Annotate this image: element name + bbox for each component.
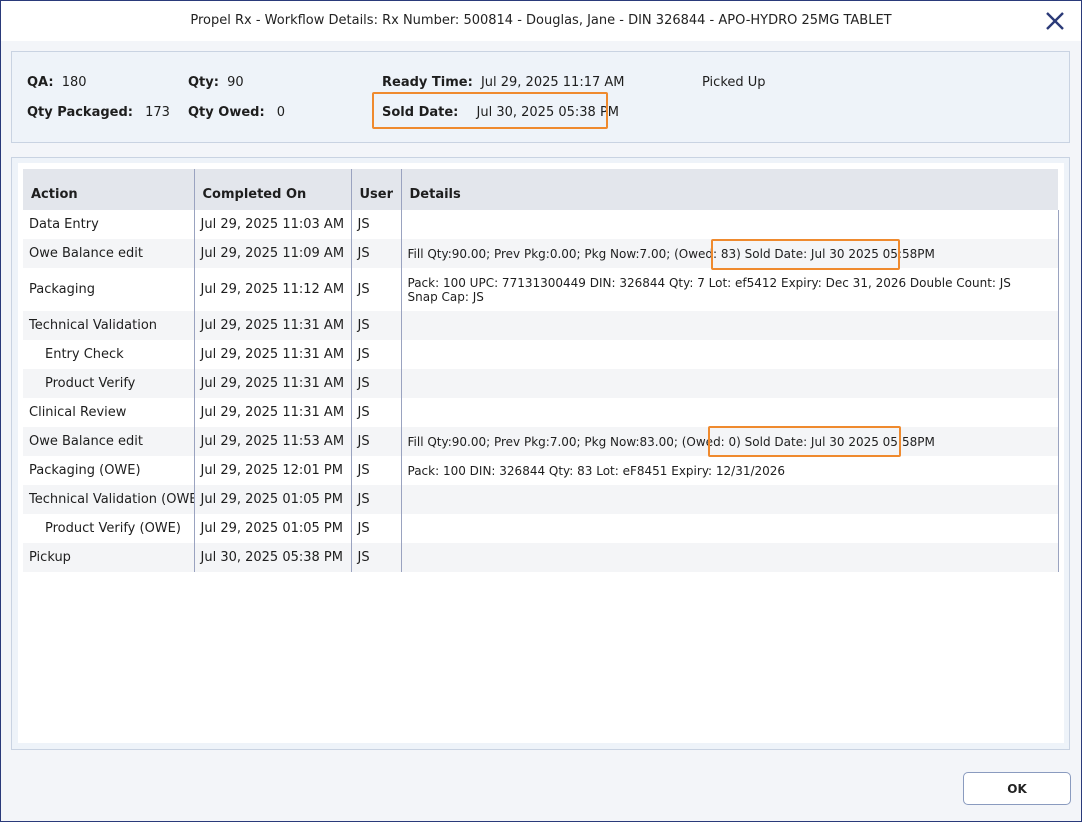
table-row[interactable]: Product Verify (OWE) Jul 29, 2025 01:05 … <box>23 514 1059 543</box>
qty-packaged-field: Qty Packaged: 173 <box>27 105 170 120</box>
table-row[interactable]: Entry Check Jul 29, 2025 11:31 AM JS <box>23 340 1059 369</box>
cell-user: JS <box>351 485 402 514</box>
cell-completed-on: Jul 29, 2025 11:31 AM <box>194 340 352 369</box>
cell-details <box>401 398 1059 427</box>
qty-packaged-value: 173 <box>145 105 170 120</box>
cell-user: JS <box>351 456 402 485</box>
cell-action: Owe Balance edit <box>23 239 195 268</box>
table-row[interactable]: Product Verify Jul 29, 2025 11:31 AM JS <box>23 369 1059 398</box>
cell-action: Technical Validation <box>23 311 195 340</box>
window-title: Propel Rx - Workflow Details: Rx Number:… <box>190 13 892 28</box>
cell-user: JS <box>351 369 402 398</box>
cell-user: JS <box>351 268 402 311</box>
cell-user: JS <box>351 239 402 268</box>
cell-details <box>401 369 1059 398</box>
cell-action: Owe Balance edit <box>23 427 195 456</box>
title-bar: Propel Rx - Workflow Details: Rx Number:… <box>1 1 1081 41</box>
cell-details <box>401 514 1059 543</box>
cell-action: Packaging <box>23 268 195 311</box>
cell-action: Pickup <box>23 543 195 572</box>
cell-details <box>401 543 1059 572</box>
cell-details <box>401 210 1059 239</box>
cell-details <box>401 340 1059 369</box>
table-row[interactable]: Packaging Jul 29, 2025 11:12 AM JS Pack:… <box>23 268 1059 311</box>
cell-action: Clinical Review <box>23 398 195 427</box>
cell-details: Pack: 100 DIN: 326844 Qty: 83 Lot: eF845… <box>401 456 1059 485</box>
table-row[interactable]: Pickup Jul 30, 2025 05:38 PM JS <box>23 543 1059 572</box>
cell-completed-on: Jul 29, 2025 11:31 AM <box>194 398 352 427</box>
table-row[interactable]: Owe Balance edit Jul 29, 2025 11:53 AM J… <box>23 427 1059 456</box>
sold-date-highlight <box>372 92 608 129</box>
cell-action: Data Entry <box>23 210 195 239</box>
ok-button[interactable]: OK <box>963 772 1071 805</box>
qa-value: 180 <box>61 75 87 90</box>
qty-owed-value: 0 <box>276 105 286 120</box>
column-header-action[interactable]: Action <box>23 169 195 210</box>
cell-completed-on: Jul 29, 2025 11:31 AM <box>194 369 352 398</box>
qty-owed-field: Qty Owed: 0 <box>188 105 285 120</box>
table-row[interactable]: Packaging (OWE) Jul 29, 2025 12:01 PM JS… <box>23 456 1059 485</box>
table-row[interactable]: Data Entry Jul 29, 2025 11:03 AM JS <box>23 210 1059 239</box>
qty-value: 90 <box>227 75 244 90</box>
cell-action: Entry Check <box>23 340 195 369</box>
cell-details <box>401 311 1059 340</box>
cell-completed-on: Jul 29, 2025 11:12 AM <box>194 268 352 311</box>
table-header-row: Action Completed On User Details <box>23 169 1058 210</box>
cell-completed-on: Jul 29, 2025 01:05 PM <box>194 485 352 514</box>
qty-owed-label: Qty Owed: <box>188 105 265 120</box>
cell-completed-on: Jul 29, 2025 11:03 AM <box>194 210 352 239</box>
cell-user: JS <box>351 543 402 572</box>
cell-action: Product Verify (OWE) <box>23 514 195 543</box>
cell-completed-on: Jul 29, 2025 11:53 AM <box>194 427 352 456</box>
cell-action: Packaging (OWE) <box>23 456 195 485</box>
cell-user: JS <box>351 210 402 239</box>
qty-label: Qty: <box>188 75 219 90</box>
qa-label: QA: <box>27 75 54 90</box>
table-row[interactable]: Owe Balance edit Jul 29, 2025 11:09 AM J… <box>23 239 1059 268</box>
ready-time-value: Jul 29, 2025 11:17 AM <box>480 75 625 90</box>
cell-details <box>401 485 1059 514</box>
sold-date-highlight-row-8 <box>708 426 901 457</box>
cell-user: JS <box>351 398 402 427</box>
qa-field: QA: 180 <box>27 75 87 90</box>
cell-user: JS <box>351 340 402 369</box>
qty-packaged-label: Qty Packaged: <box>27 105 133 120</box>
sold-date-highlight-row-2 <box>711 239 900 270</box>
table-row[interactable]: Technical Validation Jul 29, 2025 11:31 … <box>23 311 1059 340</box>
table-row[interactable]: Clinical Review Jul 29, 2025 11:31 AM JS <box>23 398 1059 427</box>
cell-action: Technical Validation (OWE) <box>23 485 195 514</box>
column-header-details[interactable]: Details <box>401 169 1058 210</box>
workflow-table: Action Completed On User Details Data En… <box>23 169 1059 572</box>
ready-time-field: Ready Time: Jul 29, 2025 11:17 AM <box>382 75 624 90</box>
ready-time-label: Ready Time: <box>382 75 473 90</box>
close-icon[interactable] <box>1044 10 1066 32</box>
column-header-user[interactable]: User <box>351 169 402 210</box>
cell-completed-on: Jul 29, 2025 01:05 PM <box>194 514 352 543</box>
cell-user: JS <box>351 427 402 456</box>
cell-completed-on: Jul 30, 2025 05:38 PM <box>194 543 352 572</box>
table-row[interactable]: Technical Validation (OWE) Jul 29, 2025 … <box>23 485 1059 514</box>
column-header-completed-on[interactable]: Completed On <box>194 169 352 210</box>
status-text: Picked Up <box>702 75 766 90</box>
cell-user: JS <box>351 514 402 543</box>
cell-completed-on: Jul 29, 2025 11:31 AM <box>194 311 352 340</box>
cell-completed-on: Jul 29, 2025 12:01 PM <box>194 456 352 485</box>
cell-completed-on: Jul 29, 2025 11:09 AM <box>194 239 352 268</box>
qty-field: Qty: 90 <box>188 75 244 90</box>
cell-details: Pack: 100 UPC: 77131300449 DIN: 326844 Q… <box>401 268 1059 311</box>
cell-action: Product Verify <box>23 369 195 398</box>
cell-user: JS <box>351 311 402 340</box>
